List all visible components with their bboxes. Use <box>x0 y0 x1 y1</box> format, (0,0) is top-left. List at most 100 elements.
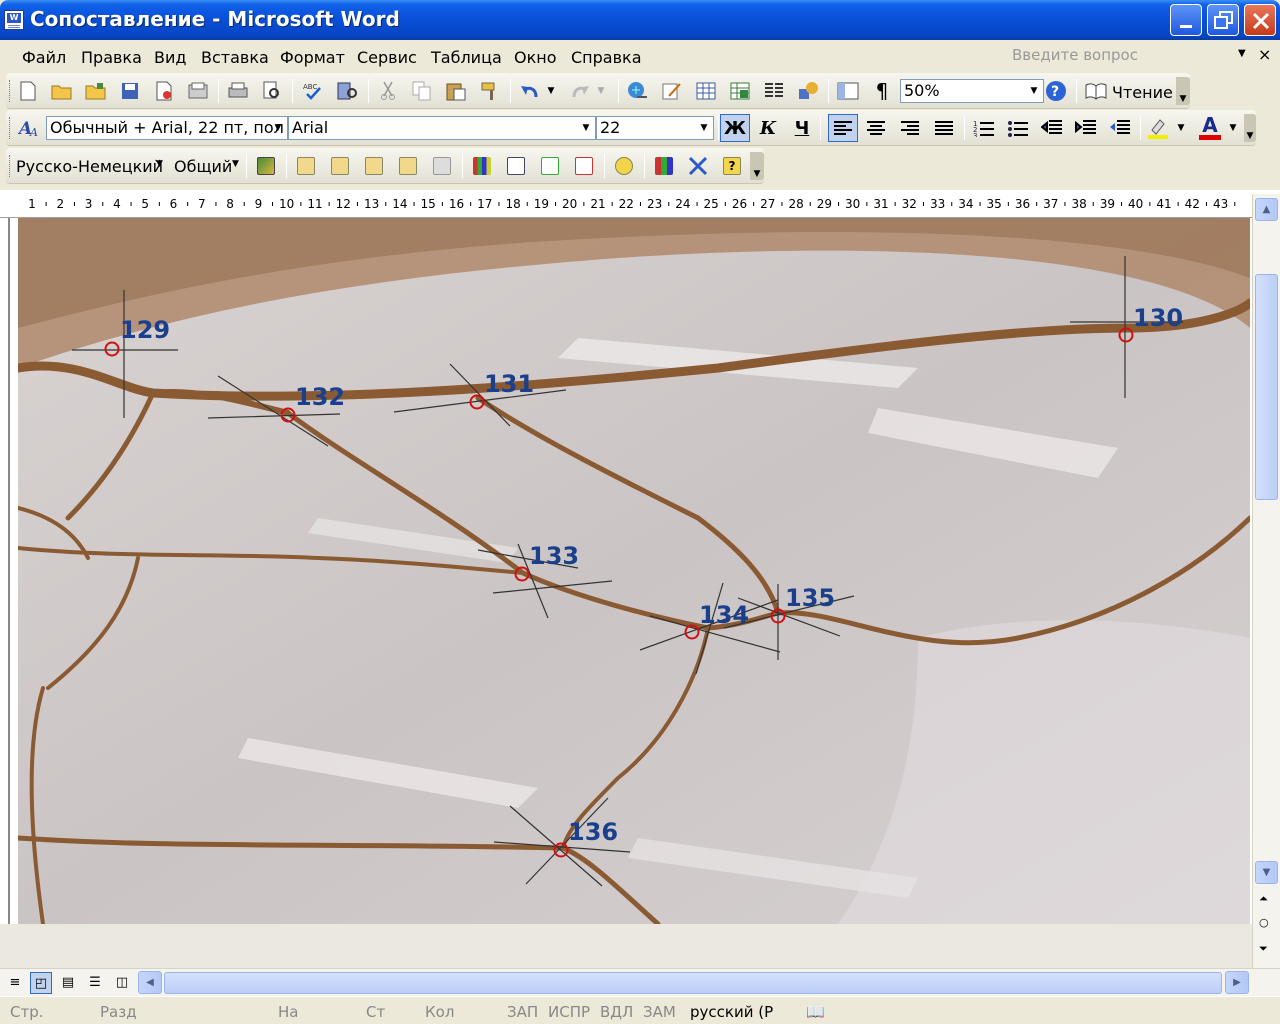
spelling-icon[interactable]: ABC <box>302 79 326 103</box>
horizontal-scroll-thumb[interactable] <box>164 972 1222 994</box>
numbered-list-icon[interactable]: 123 <box>972 116 996 140</box>
print-preview-icon[interactable] <box>260 79 284 103</box>
help-icon[interactable]: ? <box>1044 79 1068 103</box>
status-record[interactable]: ЗАП <box>507 1003 538 1021</box>
hyperlink-icon[interactable] <box>626 79 650 103</box>
document-close-icon[interactable]: × <box>1258 45 1271 64</box>
read-mode-label[interactable]: Чтение <box>1112 83 1173 102</box>
web-view-icon[interactable]: ◰ <box>30 972 52 994</box>
menu-file[interactable]: Файл <box>22 48 66 67</box>
undo-icon[interactable] <box>518 79 542 103</box>
translate-tool-icon[interactable] <box>254 154 278 178</box>
library-icon[interactable] <box>652 154 676 178</box>
ask-question-dropdown-icon[interactable]: ▼ <box>1238 48 1246 59</box>
style-combo[interactable]: Обычный + Arial, 22 пт, пол ▼ <box>46 116 288 140</box>
insert-table-icon[interactable] <box>694 79 718 103</box>
print-layout-icon[interactable]: ▤ <box>57 972 79 994</box>
font-color-dropdown-icon[interactable]: ▼ <box>1226 116 1240 140</box>
restore-button[interactable] <box>1207 4 1239 36</box>
justify-icon[interactable] <box>932 116 956 140</box>
permission-icon[interactable] <box>152 79 176 103</box>
underline-button[interactable]: Ч <box>790 116 814 140</box>
italic-button[interactable]: К <box>756 116 780 140</box>
outline-view-icon[interactable]: ☰ <box>84 972 106 994</box>
scroll-right-button[interactable]: ▶ <box>1225 971 1249 994</box>
menu-table[interactable]: Таблица <box>431 48 502 67</box>
styles-formatting-icon[interactable]: AA <box>18 116 42 140</box>
lookup-icon[interactable] <box>504 154 528 178</box>
previous-page-icon[interactable]: ⏶ <box>1259 892 1268 906</box>
menu-window[interactable]: Окно <box>514 48 557 67</box>
check-translation-icon[interactable] <box>538 154 562 178</box>
font-size-dropdown-icon[interactable]: ▼ <box>697 117 711 139</box>
menu-help[interactable]: Справка <box>571 48 642 67</box>
close-button[interactable] <box>1244 4 1276 36</box>
font-size-combo[interactable]: 22 ▼ <box>596 116 714 140</box>
menu-edit[interactable]: Правка <box>81 48 142 67</box>
toolbar-grip[interactable] <box>9 117 12 139</box>
status-extend[interactable]: ВДЛ <box>600 1003 633 1021</box>
settings-tools-icon[interactable] <box>686 154 710 178</box>
copy-icon[interactable] <box>410 79 434 103</box>
horizontal-ruler[interactable]: 1 2 3 4 5 6 7 8 9 10 11 12 13 14 15 16 17 18 19 20 21 22 23 24 2… <box>0 190 1280 218</box>
drawing-toolbar-icon[interactable] <box>796 79 820 103</box>
align-left-button[interactable] <box>828 114 858 142</box>
bulleted-list-icon[interactable] <box>1006 116 1030 140</box>
save-as-icon[interactable] <box>186 79 210 103</box>
research-icon[interactable] <box>336 79 360 103</box>
dictionary-books-icon[interactable] <box>470 154 494 178</box>
paste-icon[interactable] <box>444 79 468 103</box>
style-dropdown-icon[interactable]: ▼ <box>271 117 285 139</box>
translator-help-icon[interactable]: ? <box>720 154 744 178</box>
toolbar-options-icon[interactable]: ▼ <box>750 152 764 180</box>
document-map-icon[interactable] <box>836 79 860 103</box>
word-app-icon[interactable]: W <box>4 10 24 30</box>
title-bar[interactable]: W Сопоставление - Microsoft Word <box>0 0 1280 40</box>
notes-icon[interactable] <box>572 154 596 178</box>
status-overtype[interactable]: ЗАМ <box>643 1003 676 1021</box>
speech-icon[interactable] <box>612 154 636 178</box>
align-right-icon[interactable] <box>898 116 922 140</box>
dictionary-selector[interactable]: Русско-Немецкий <box>16 157 163 176</box>
topic-dropdown-icon[interactable]: ▼ <box>232 159 239 169</box>
toolbar-options-icon[interactable]: ▼ <box>1176 77 1190 105</box>
insert-excel-icon[interactable] <box>728 79 752 103</box>
menu-tools[interactable]: Сервис <box>357 48 417 67</box>
save-icon[interactable] <box>118 79 142 103</box>
status-track-changes[interactable]: ИСПР <box>548 1003 590 1021</box>
menu-format[interactable]: Формат <box>280 48 345 67</box>
highlight-dropdown-icon[interactable]: ▼ <box>1174 116 1188 140</box>
decrease-indent-icon[interactable] <box>1040 116 1064 140</box>
menu-view[interactable]: Вид <box>154 48 186 67</box>
columns-icon[interactable] <box>762 79 786 103</box>
bold-button[interactable]: Ж <box>720 114 750 142</box>
zoom-combo[interactable]: 50% ▼ <box>900 79 1044 103</box>
font-dropdown-icon[interactable]: ▼ <box>579 117 593 139</box>
font-combo[interactable]: Arial ▼ <box>288 116 596 140</box>
highlight-icon[interactable] <box>1146 116 1170 140</box>
ask-question-input[interactable]: Введите вопрос <box>1012 46 1252 68</box>
select-browse-object-icon[interactable]: ○ <box>1259 916 1269 929</box>
spelling-status-icon[interactable]: 📖 <box>806 1003 825 1021</box>
redo-dropdown-icon[interactable]: ▼ <box>594 79 608 103</box>
font-color-icon[interactable]: А <box>1198 113 1222 140</box>
outdent-icon[interactable] <box>1108 116 1132 140</box>
drawing-icon[interactable] <box>660 79 684 103</box>
wing-image[interactable]: 129 130 131 132 133 134 135 136 <box>18 218 1250 924</box>
show-paragraph-icon[interactable]: ¶ <box>870 79 894 103</box>
vertical-scroll-thumb[interactable] <box>1255 274 1278 500</box>
print-icon[interactable] <box>226 79 250 103</box>
menu-insert[interactable]: Вставка <box>201 48 269 67</box>
dictionary-dropdown-icon[interactable]: ▼ <box>156 159 163 169</box>
toolbar-grip[interactable] <box>9 80 12 102</box>
redo-icon[interactable] <box>568 79 592 103</box>
normal-view-icon[interactable]: ≡ <box>4 972 26 994</box>
scroll-up-button[interactable]: ▲ <box>1255 198 1278 221</box>
translate-word-icon[interactable] <box>294 154 318 178</box>
new-document-icon[interactable] <box>16 79 40 103</box>
minimize-button[interactable] <box>1170 4 1202 36</box>
document-area[interactable]: 129 130 131 132 133 134 135 136 <box>0 218 1252 968</box>
translate-paragraph-icon[interactable] <box>362 154 386 178</box>
format-painter-icon[interactable] <box>478 79 502 103</box>
toolbar-grip[interactable] <box>9 155 12 177</box>
